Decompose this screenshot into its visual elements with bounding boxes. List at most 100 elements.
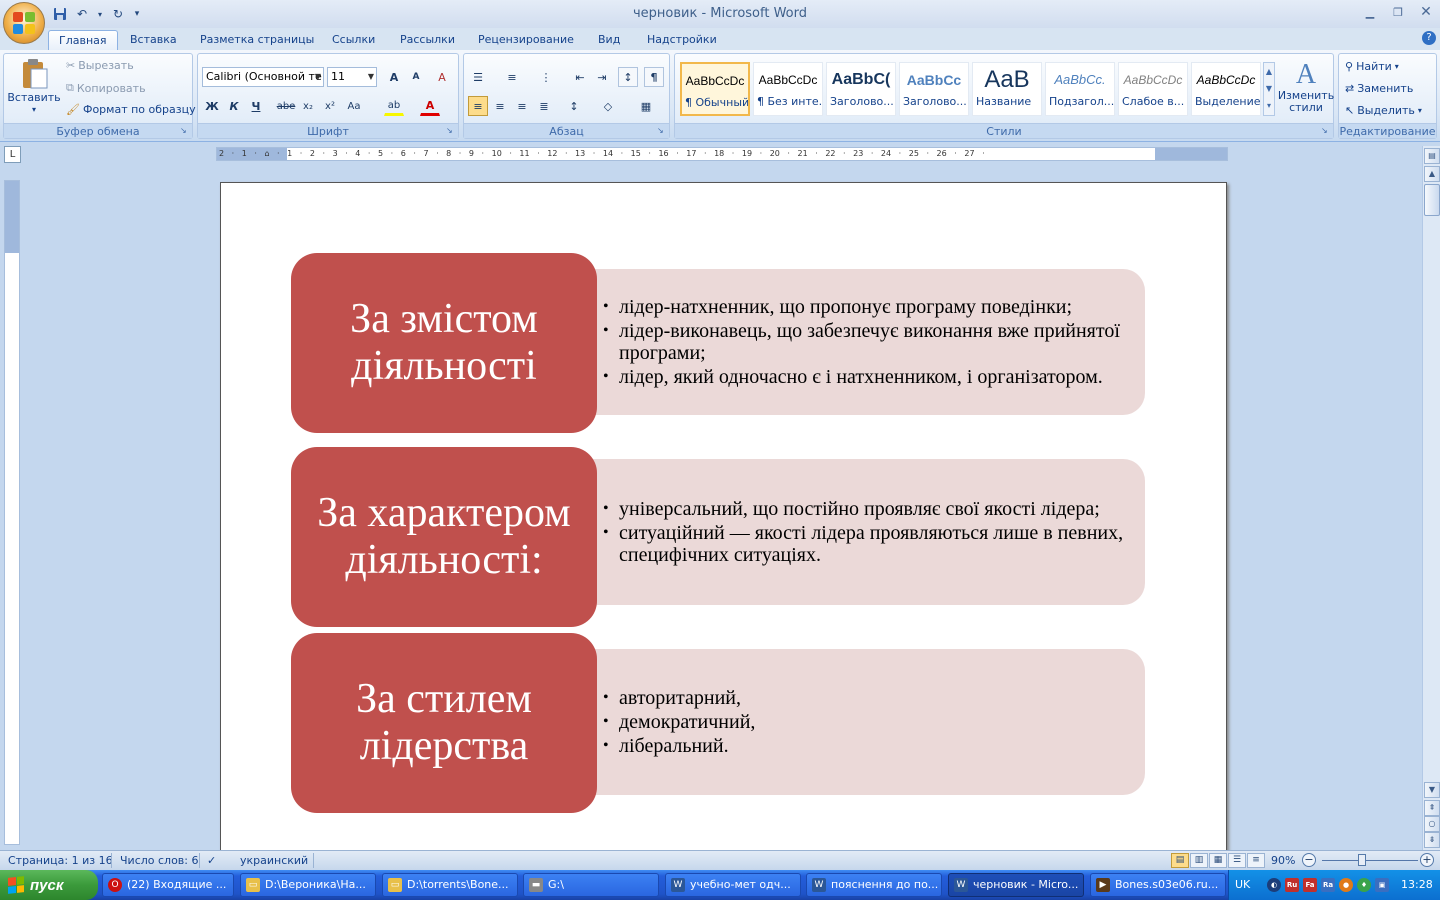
font-color-button[interactable]: A [420,96,440,116]
taskbar-item-word-1[interactable]: Wучебно-мет одч... [665,873,801,897]
smartart-heading[interactable]: За змістом діяльності [291,253,597,433]
web-layout-icon[interactable]: ▦ [1209,853,1227,868]
multilevel-list-icon[interactable]: ⋮ [536,67,556,87]
show-marks-button[interactable]: ¶ [644,67,664,87]
clear-format-button[interactable]: A [432,67,452,87]
bullets-icon[interactable]: ☰ [468,67,488,87]
italic-button[interactable]: К [224,96,244,116]
tab-review[interactable]: Рецензирование [468,30,584,50]
style-normal[interactable]: AaBbCcDc ¶ Обычный [680,62,750,116]
style-subtle-emphasis[interactable]: AaBbCcDc Слабое в... [1118,62,1188,116]
tray-app-icon[interactable]: ♦ [1357,878,1371,892]
style-subtitle[interactable]: AaBbCc. Подзагол... [1045,62,1115,116]
smartart-row[interactable]: За змістом діяльності лідер-натхненник, … [291,253,1151,433]
zoom-out-icon[interactable]: − [1302,853,1316,867]
start-button[interactable]: пуск [0,870,98,900]
tab-mailings[interactable]: Рассылки [390,30,465,50]
sort-icon[interactable]: ↕ [618,67,638,87]
tray-app-icon[interactable]: ● [1339,878,1353,892]
scroll-down-icon[interactable]: ▼ [1424,782,1440,798]
clock[interactable]: 13:28 [1401,878,1433,891]
scroll-thumb[interactable] [1424,184,1440,216]
style-heading-1[interactable]: AaBbC(Заголово... [826,62,896,116]
close-icon[interactable]: ✕ [1412,0,1440,24]
draft-icon[interactable]: ≡ [1247,853,1265,868]
font-size-combo[interactable]: 11 ▼ [327,67,377,87]
zoom-slider-thumb[interactable] [1358,854,1366,866]
vertical-ruler[interactable] [4,180,20,845]
dialog-launcher-icon[interactable]: ↘ [657,126,667,136]
select-button[interactable]: ↖ Выделить ▾ [1345,104,1422,117]
dialog-launcher-icon[interactable]: ↘ [446,126,456,136]
paste-dropdown-icon[interactable]: ▾ [32,105,36,114]
bold-button[interactable]: Ж [202,96,222,116]
language-bar[interactable]: UK [1235,878,1250,891]
language-indicator[interactable]: украинский [240,854,308,867]
style-heading-2[interactable]: AaBbCc Заголово... [899,62,969,116]
restore-icon[interactable]: ❐ [1384,0,1412,24]
word-count[interactable]: Число слов: 6 [120,854,199,867]
tab-view[interactable]: Вид [588,30,630,50]
borders-icon[interactable]: ▦ [636,96,656,116]
style-title[interactable]: AaB Название [972,62,1042,116]
grow-font-button[interactable]: A [384,67,404,87]
increase-indent-icon[interactable]: ⇥ [592,67,612,87]
tray-app-icon[interactable]: ▣ [1375,878,1389,892]
smartart-list[interactable]: авторитарний, демократичний, ліберальний… [591,649,1145,795]
next-page-icon[interactable]: ⇟ [1424,832,1440,848]
smartart-heading[interactable]: За характером діяльності: [291,447,597,627]
scroll-up-icon[interactable]: ▲ [1424,166,1440,182]
print-layout-icon[interactable]: ▤ [1171,853,1189,868]
paste-button[interactable]: Вставить ▾ [7,58,61,114]
change-case-button[interactable]: Aa [344,96,364,116]
page-count[interactable]: Страница: 1 из 16 [8,854,113,867]
taskbar-item-word-2[interactable]: Wпояснення до по... [806,873,942,897]
tab-selector[interactable]: L [4,146,21,163]
shrink-font-button[interactable]: A [406,67,426,87]
smartart-row[interactable]: За характером діяльності: універсальний,… [291,447,1151,627]
align-right-icon[interactable]: ≡ [512,96,532,116]
tray-app-icon[interactable]: Fa [1303,878,1317,892]
shading-icon[interactable]: ◇ [598,96,618,116]
taskbar-item-folder-veronika[interactable]: ▭ D:\Вероника\На... [240,873,376,897]
copy-button[interactable]: ⧉ Копировать [66,81,146,95]
style-no-spacing[interactable]: AaBbCcDc ¶ Без инте... [753,62,823,116]
replace-button[interactable]: ⇄ Заменить [1345,82,1413,95]
document-area[interactable]: За змістом діяльності лідер-натхненник, … [24,166,1420,850]
superscript-button[interactable]: x² [320,96,340,116]
smartart-heading[interactable]: За стилем лідерства [291,633,597,813]
help-icon[interactable]: ? [1422,31,1436,45]
taskbar-item-opera[interactable]: O (22) Входящие ... [102,873,234,897]
taskbar-item-video[interactable]: ▶ Bones.s03e06.ru... [1090,873,1226,897]
taskbar-item-drive-g[interactable]: ▬ G:\ [523,873,659,897]
find-button[interactable]: ⚲ Найти ▾ [1345,60,1399,73]
numbering-icon[interactable]: ≡ [502,67,522,87]
align-left-icon[interactable]: ≡ [468,96,488,116]
smartart-list[interactable]: лідер-натхненник, що пропонує програму п… [591,269,1145,415]
office-button[interactable] [3,2,45,44]
spellcheck-icon[interactable]: ✓ [207,854,216,867]
tab-addins[interactable]: Надстройки [637,30,727,50]
tray-app-icon[interactable]: Ra [1321,878,1335,892]
subscript-button[interactable]: x₂ [298,96,318,116]
vertical-scrollbar[interactable]: ▤ ▲ ▼ ⇞ ○ ⇟ [1422,146,1440,850]
align-center-icon[interactable]: ≡ [490,96,510,116]
styles-scroll[interactable]: ▲ ▼ ▾ [1263,62,1275,116]
tab-references[interactable]: Ссылки [322,30,385,50]
cut-button[interactable]: ✂ Вырезать [66,59,134,72]
font-name-combo[interactable]: Calibri (Основной те ▼ [202,67,324,87]
highlight-button[interactable]: ab [384,96,404,116]
justify-icon[interactable]: ≣ [534,96,554,116]
full-screen-reading-icon[interactable]: ▥ [1190,853,1208,868]
horizontal-ruler[interactable]: 2 · 1 · ⌂ · 1 · 2 · 3 · 4 · 5 · 6 · 7 · … [216,147,1228,161]
minimize-icon[interactable]: ▁ [1356,0,1384,24]
line-spacing-icon[interactable]: ↕ [564,96,584,116]
tab-insert[interactable]: Вставка [120,30,187,50]
underline-button[interactable]: Ч [246,96,266,116]
dialog-launcher-icon[interactable]: ↘ [180,126,190,136]
decrease-indent-icon[interactable]: ⇤ [570,67,590,87]
previous-page-icon[interactable]: ⇞ [1424,800,1440,816]
zoom-in-icon[interactable]: + [1420,853,1434,867]
change-styles-button[interactable]: A Изменить стили [1278,60,1334,114]
style-emphasis[interactable]: AaBbCcDc Выделение [1191,62,1261,116]
